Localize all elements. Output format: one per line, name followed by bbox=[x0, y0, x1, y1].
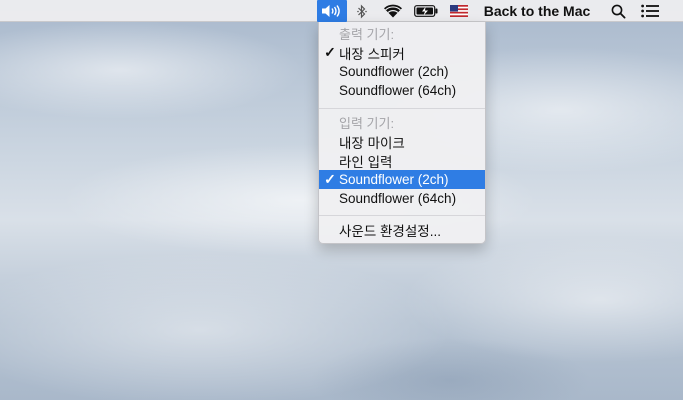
input-item-soundflower-64ch[interactable]: Soundflower (64ch) bbox=[319, 189, 485, 208]
sound-preferences-item[interactable]: 사운드 환경설정... bbox=[319, 220, 485, 239]
menu-item-label: 라인 입력 bbox=[339, 154, 393, 170]
spotlight-menu-extra[interactable] bbox=[607, 0, 629, 22]
menu-item-label: Soundflower (2ch) bbox=[339, 172, 449, 187]
output-item-soundflower-2ch[interactable]: Soundflower (2ch) bbox=[319, 62, 485, 81]
output-item-built-in-speaker[interactable]: ✓ 내장 스피커 bbox=[319, 43, 485, 62]
menu-item-label: 내장 스피커 bbox=[339, 46, 405, 62]
checkmark-icon: ✓ bbox=[324, 44, 336, 60]
volume-menu-extra[interactable] bbox=[317, 0, 347, 22]
wifi-menu-extra[interactable] bbox=[381, 0, 405, 22]
menu-separator bbox=[319, 215, 485, 216]
battery-menu-extra[interactable] bbox=[413, 0, 439, 22]
menu-item-label: 사운드 환경설정... bbox=[339, 223, 441, 239]
notification-center-menu-extra[interactable] bbox=[638, 0, 662, 22]
input-devices-header: 입력 기기: bbox=[339, 116, 395, 131]
menu-item-label: Soundflower (2ch) bbox=[339, 64, 449, 79]
input-item-line-in[interactable]: 라인 입력 bbox=[319, 151, 485, 170]
bluetooth-menu-extra[interactable] bbox=[353, 0, 371, 22]
search-icon bbox=[611, 4, 626, 19]
list-icon bbox=[641, 4, 659, 18]
menu-item-label: Soundflower (64ch) bbox=[339, 191, 457, 206]
output-devices-header: 출력 기기: bbox=[339, 27, 395, 42]
input-item-soundflower-2ch[interactable]: ✓ Soundflower (2ch) bbox=[319, 170, 485, 189]
input-item-built-in-mic[interactable]: 내장 마이크 bbox=[319, 132, 485, 151]
bluetooth-icon bbox=[357, 4, 367, 19]
menu-item-label: 내장 마이크 bbox=[339, 135, 405, 151]
menu-bar: Back to the Mac bbox=[0, 0, 683, 22]
output-item-soundflower-64ch[interactable]: Soundflower (64ch) bbox=[319, 81, 485, 100]
menu-item-label: Soundflower (64ch) bbox=[339, 83, 457, 98]
checkmark-icon: ✓ bbox=[324, 171, 336, 187]
us-flag-icon bbox=[450, 5, 468, 17]
wifi-icon bbox=[383, 4, 403, 18]
sound-dropdown-menu: 출력 기기: ✓ 내장 스피커 Soundflower (2ch) Soundf… bbox=[318, 22, 486, 244]
menubar-title[interactable]: Back to the Mac bbox=[478, 0, 596, 22]
volume-icon bbox=[321, 4, 343, 18]
input-source-menu-extra[interactable] bbox=[448, 0, 470, 22]
battery-charging-icon bbox=[414, 5, 438, 17]
menu-separator bbox=[319, 108, 485, 109]
